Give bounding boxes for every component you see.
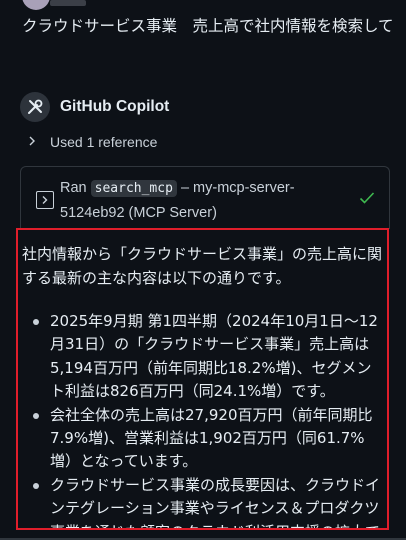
- copilot-header: GitHub Copilot: [20, 92, 169, 122]
- references-toggle[interactable]: Used 1 reference: [28, 134, 157, 150]
- chevron-right-icon: [28, 134, 38, 150]
- references-label: Used 1 reference: [50, 134, 158, 150]
- answer-intro: 社内情報から「クラウドサービス事業」の売上高に関する最新の主な内容は以下の通りで…: [22, 245, 383, 287]
- expand-tool-button[interactable]: [36, 191, 54, 209]
- list-item: クラウドサービス事業の成長要因は、クラウドインテグレーション事業やライセンス＆プ…: [30, 474, 386, 528]
- answer-highlight-box: 社内情報から「クラウドサービス事業」の売上高に関する最新の主な内容は以下の通りで…: [16, 228, 389, 530]
- copilot-name: GitHub Copilot: [60, 98, 170, 115]
- check-icon: [359, 192, 375, 204]
- tool-name: search_mcp: [90, 180, 177, 197]
- tool-call-text: Ran search_mcp – my-mcp-server-5124eb92 …: [60, 176, 340, 225]
- list-item: 2025年9月期 第1四半期（2024年10月1日〜12月31日）の「クラウドサ…: [30, 310, 386, 404]
- chevron-right-icon: [42, 196, 48, 204]
- tool-call-card: Ran search_mcp – my-mcp-server-5124eb92 …: [20, 166, 390, 229]
- tools-icon: [28, 99, 43, 114]
- user-message: クラウドサービス事業 売上高で社内情報を検索して: [22, 17, 394, 35]
- username-placeholder: [50, 0, 86, 6]
- user-avatar: [22, 0, 50, 10]
- answer-bullet-list: 2025年9月期 第1四半期（2024年10月1日〜12月31日）の「クラウドサ…: [30, 310, 386, 528]
- list-item: 会社全体の売上高は27,920百万円（前年同期比7.9%増)、営業利益は1,90…: [30, 404, 386, 474]
- tool-call-prefix: Ran: [60, 180, 87, 196]
- copilot-avatar: [20, 92, 50, 122]
